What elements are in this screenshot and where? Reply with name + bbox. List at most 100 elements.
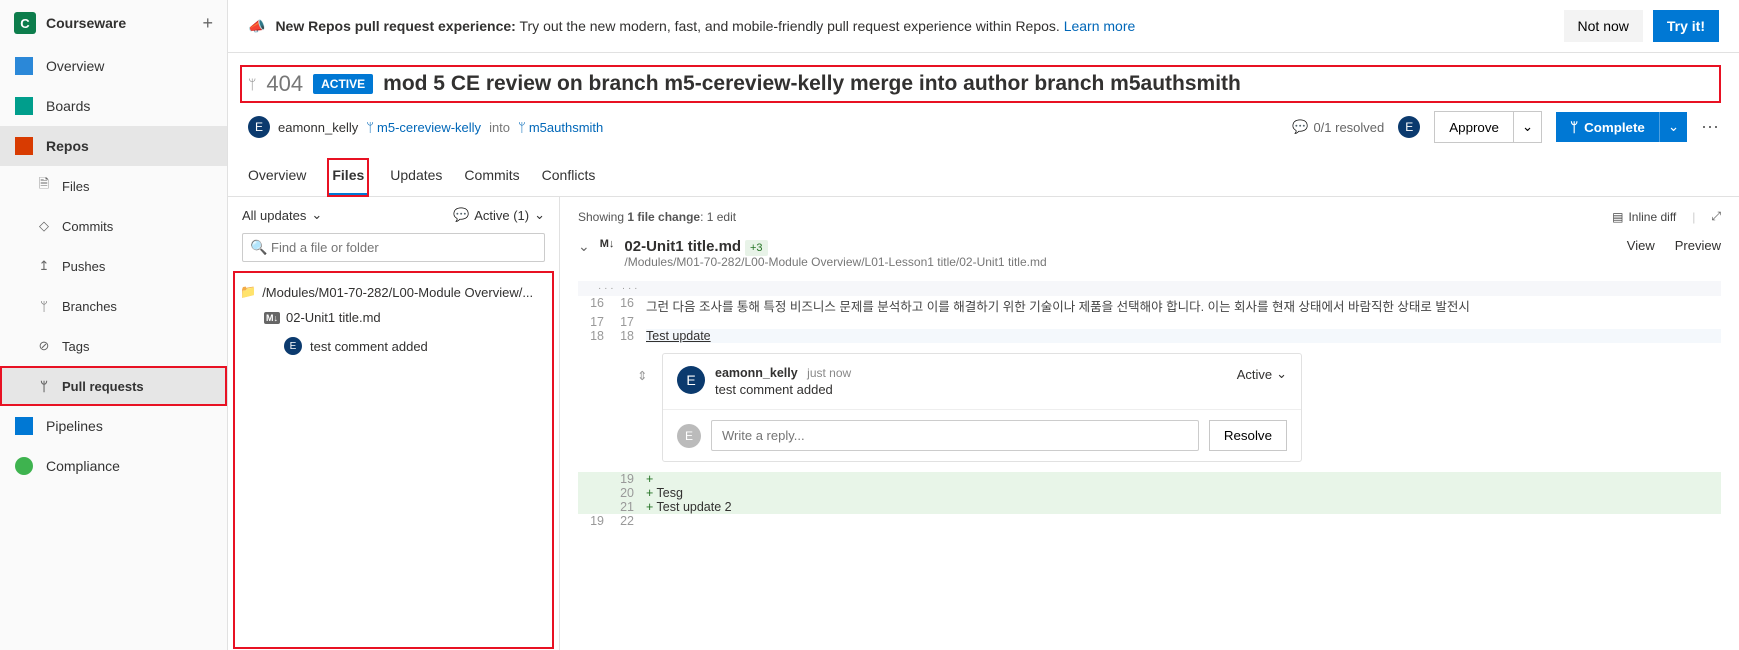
sidebar-item-boards[interactable]: Boards: [0, 86, 227, 126]
reply-avatar: E: [677, 424, 701, 448]
diff-icon: ▤: [1612, 210, 1623, 224]
sidebar-item-overview[interactable]: Overview: [0, 46, 227, 86]
tab-overview[interactable]: Overview: [248, 159, 306, 196]
project-header[interactable]: C Courseware +: [0, 0, 227, 46]
tab-conflicts[interactable]: Conflicts: [542, 159, 596, 196]
sidebar-label-branches: Branches: [62, 299, 117, 314]
sidebar-item-compliance[interactable]: Compliance: [0, 446, 227, 486]
file-header: ⌄ M↓ 02-Unit1 title.md +3 /Modules/M01-7…: [578, 224, 1721, 273]
resolved-count[interactable]: 💬0/1 resolved: [1292, 119, 1384, 135]
try-it-button[interactable]: Try it!: [1653, 10, 1719, 42]
thread-time: just now: [807, 366, 851, 380]
code-diff: · · · · · · 1616그런 다음 조사를 통해 특정 비즈니스 문제를…: [578, 281, 1721, 528]
tab-commits[interactable]: Commits: [464, 159, 519, 196]
sidebar-item-tags[interactable]: ⊘ Tags: [0, 326, 227, 366]
sidebar-item-commits[interactable]: ◇ Commits: [0, 206, 227, 246]
approve-button[interactable]: Approve: [1434, 111, 1514, 143]
tree-comment[interactable]: E test comment added: [240, 331, 547, 361]
merge-icon: ᛘ: [1570, 120, 1578, 135]
main-content: 📣 New Repos pull request experience: Try…: [228, 0, 1739, 650]
updates-filter[interactable]: All updates ⌄: [242, 207, 322, 223]
sidebar-label-boards: Boards: [46, 98, 90, 114]
sidebar-item-pipelines[interactable]: Pipelines: [0, 406, 227, 446]
commits-icon: ◇: [36, 216, 52, 236]
not-now-button[interactable]: Not now: [1564, 10, 1643, 42]
announcement-banner: 📣 New Repos pull request experience: Try…: [228, 0, 1739, 53]
sidebar-label-repos: Repos: [46, 138, 89, 154]
tree-file[interactable]: M↓ 02-Unit1 title.md: [240, 304, 547, 331]
sidebar-item-repos[interactable]: Repos: [0, 126, 227, 166]
fullscreen-icon[interactable]: ⤢: [1711, 209, 1721, 224]
sidebar-item-pushes[interactable]: ↥ Pushes: [0, 246, 227, 286]
diff-panel: Showing 1 file change: 1 edit ▤Inline di…: [560, 197, 1739, 650]
folder-icon: 📁: [240, 284, 256, 300]
sidebar-label-tags: Tags: [62, 339, 89, 354]
sidebar-item-files[interactable]: 🗎 Files: [0, 166, 227, 206]
diff-file-path: /Modules/M01-70-282/L00-Module Overview/…: [624, 255, 1616, 269]
file-tree-panel: All updates ⌄ 💬Active (1) ⌄ 🔍 📁 /Modules…: [228, 197, 560, 650]
project-name: Courseware: [46, 15, 202, 31]
expand-lines[interactable]: · · · · · ·: [578, 281, 1721, 296]
comment-thread: ⇕ E eamonn_kelly just now test comment a…: [662, 353, 1302, 462]
branch-icon: ᛘ: [366, 120, 374, 135]
chevron-down-icon: ⌄: [534, 207, 545, 223]
view-link[interactable]: View: [1627, 238, 1655, 253]
preview-link[interactable]: Preview: [1675, 238, 1721, 253]
branches-icon: ᛘ: [36, 296, 52, 316]
add-icon[interactable]: +: [202, 13, 213, 34]
code-line-added: 19: [578, 472, 1721, 486]
additions-badge: +3: [745, 240, 768, 256]
markdown-icon: M↓: [600, 238, 615, 250]
pr-header: ᛘ 404 ACTIVE mod 5 CE review on branch m…: [228, 53, 1739, 153]
reviewer-avatar[interactable]: E: [1398, 116, 1420, 138]
sidebar-item-branches[interactable]: ᛘ Branches: [0, 286, 227, 326]
source-branch-link[interactable]: ᛘm5-cereview-kelly: [366, 120, 481, 135]
comment-avatar: E: [284, 337, 302, 355]
resolve-button[interactable]: Resolve: [1209, 420, 1287, 451]
pushes-icon: ↥: [36, 256, 52, 276]
content-split: All updates ⌄ 💬Active (1) ⌄ 🔍 📁 /Modules…: [228, 197, 1739, 650]
pr-number: 404: [266, 71, 303, 97]
megaphone-icon: 📣: [248, 18, 265, 35]
collapse-thread-icon[interactable]: ⇕: [637, 368, 647, 383]
files-icon: 🗎: [36, 176, 52, 196]
pr-title-row: ᛘ 404 ACTIVE mod 5 CE review on branch m…: [242, 67, 1719, 101]
tab-files[interactable]: Files: [328, 159, 368, 196]
comment-text: test comment added: [310, 339, 428, 354]
tree-folder[interactable]: 📁 /Modules/M01-70-282/L00-Module Overvie…: [240, 280, 547, 304]
sidebar-label-pipelines: Pipelines: [46, 418, 103, 434]
file-tree: 📁 /Modules/M01-70-282/L00-Module Overvie…: [232, 270, 555, 650]
sidebar-item-pullrequests[interactable]: ᛘ Pull requests: [0, 366, 227, 406]
left-sidebar: C Courseware + Overview Boards Repos 🗎 F…: [0, 0, 228, 650]
banner-text: New Repos pull request experience: Try o…: [275, 18, 1553, 34]
pr-status-badge: ACTIVE: [313, 74, 373, 94]
thread-author: eamonn_kelly: [715, 366, 798, 380]
complete-button[interactable]: ᛘComplete: [1556, 112, 1659, 142]
approve-dropdown[interactable]: ⌄: [1514, 111, 1542, 143]
thread-text: test comment added: [715, 382, 1227, 397]
code-line: 1717: [578, 315, 1721, 329]
tags-icon: ⊘: [36, 336, 52, 356]
compliance-icon: [14, 456, 34, 476]
more-actions[interactable]: ⋯: [1701, 117, 1719, 138]
comment-icon: 💬: [453, 207, 469, 223]
file-search-input[interactable]: [242, 233, 545, 262]
thread-status-dropdown[interactable]: Active⌄: [1237, 366, 1287, 382]
inline-diff-toggle[interactable]: ▤Inline diff: [1612, 210, 1676, 224]
complete-dropdown[interactable]: ⌄: [1659, 112, 1687, 142]
pipelines-icon: [14, 416, 34, 436]
banner-body: Try out the new modern, fast, and mobile…: [519, 18, 1063, 34]
target-branch-link[interactable]: ᛘm5authsmith: [518, 120, 603, 135]
collapse-file-icon[interactable]: ⌄: [578, 238, 590, 255]
author-name: eamonn_kelly: [278, 120, 358, 135]
banner-learn-more-link[interactable]: Learn more: [1064, 18, 1136, 34]
sidebar-label-pushes: Pushes: [62, 259, 105, 274]
code-line-highlighted: 1818Test update: [578, 329, 1721, 343]
folder-path: /Modules/M01-70-282/L00-Module Overview/…: [262, 285, 533, 300]
file-filters: All updates ⌄ 💬Active (1) ⌄: [228, 197, 559, 233]
reply-input[interactable]: [711, 420, 1199, 451]
author-avatar: E: [248, 116, 270, 138]
comments-filter[interactable]: 💬Active (1) ⌄: [453, 207, 545, 223]
tab-updates[interactable]: Updates: [390, 159, 442, 196]
overview-icon: [14, 56, 34, 76]
